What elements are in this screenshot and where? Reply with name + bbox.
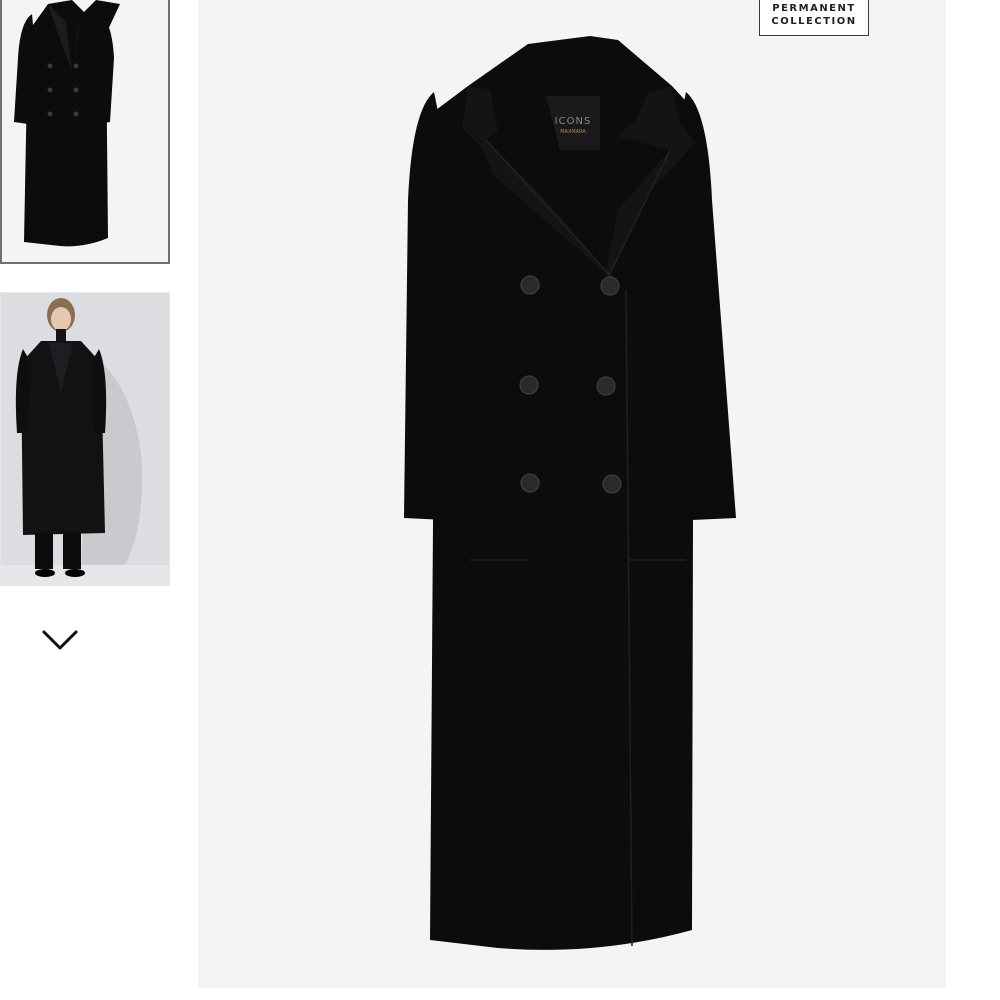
coat-flatlay-thumbnail-image bbox=[2, 0, 168, 262]
coat-label-text: ICONS bbox=[554, 116, 592, 127]
permanent-collection-badge: PERMANENT COLLECTION bbox=[759, 0, 869, 36]
coat-main-image bbox=[198, 0, 946, 988]
coat-label: ICONS MAXMARA bbox=[546, 116, 600, 135]
chevron-down-shape bbox=[42, 630, 78, 650]
badge-line-1: PERMANENT bbox=[772, 3, 856, 14]
coat-label-subtext: MAXMARA bbox=[560, 129, 586, 135]
model-wearing-coat-thumbnail-image bbox=[1, 293, 169, 585]
main-product-image[interactable]: ICONS MAXMARA bbox=[198, 0, 946, 988]
badge-line-2: COLLECTION bbox=[771, 16, 857, 27]
thumbnail-coat-flatlay[interactable] bbox=[0, 0, 170, 264]
product-gallery-page: ICONS MAXMARA PERMANENT COLLECTION bbox=[0, 0, 1000, 1000]
thumbnail-model-wearing-coat[interactable] bbox=[0, 292, 170, 586]
chevron-down-icon[interactable] bbox=[40, 626, 80, 656]
